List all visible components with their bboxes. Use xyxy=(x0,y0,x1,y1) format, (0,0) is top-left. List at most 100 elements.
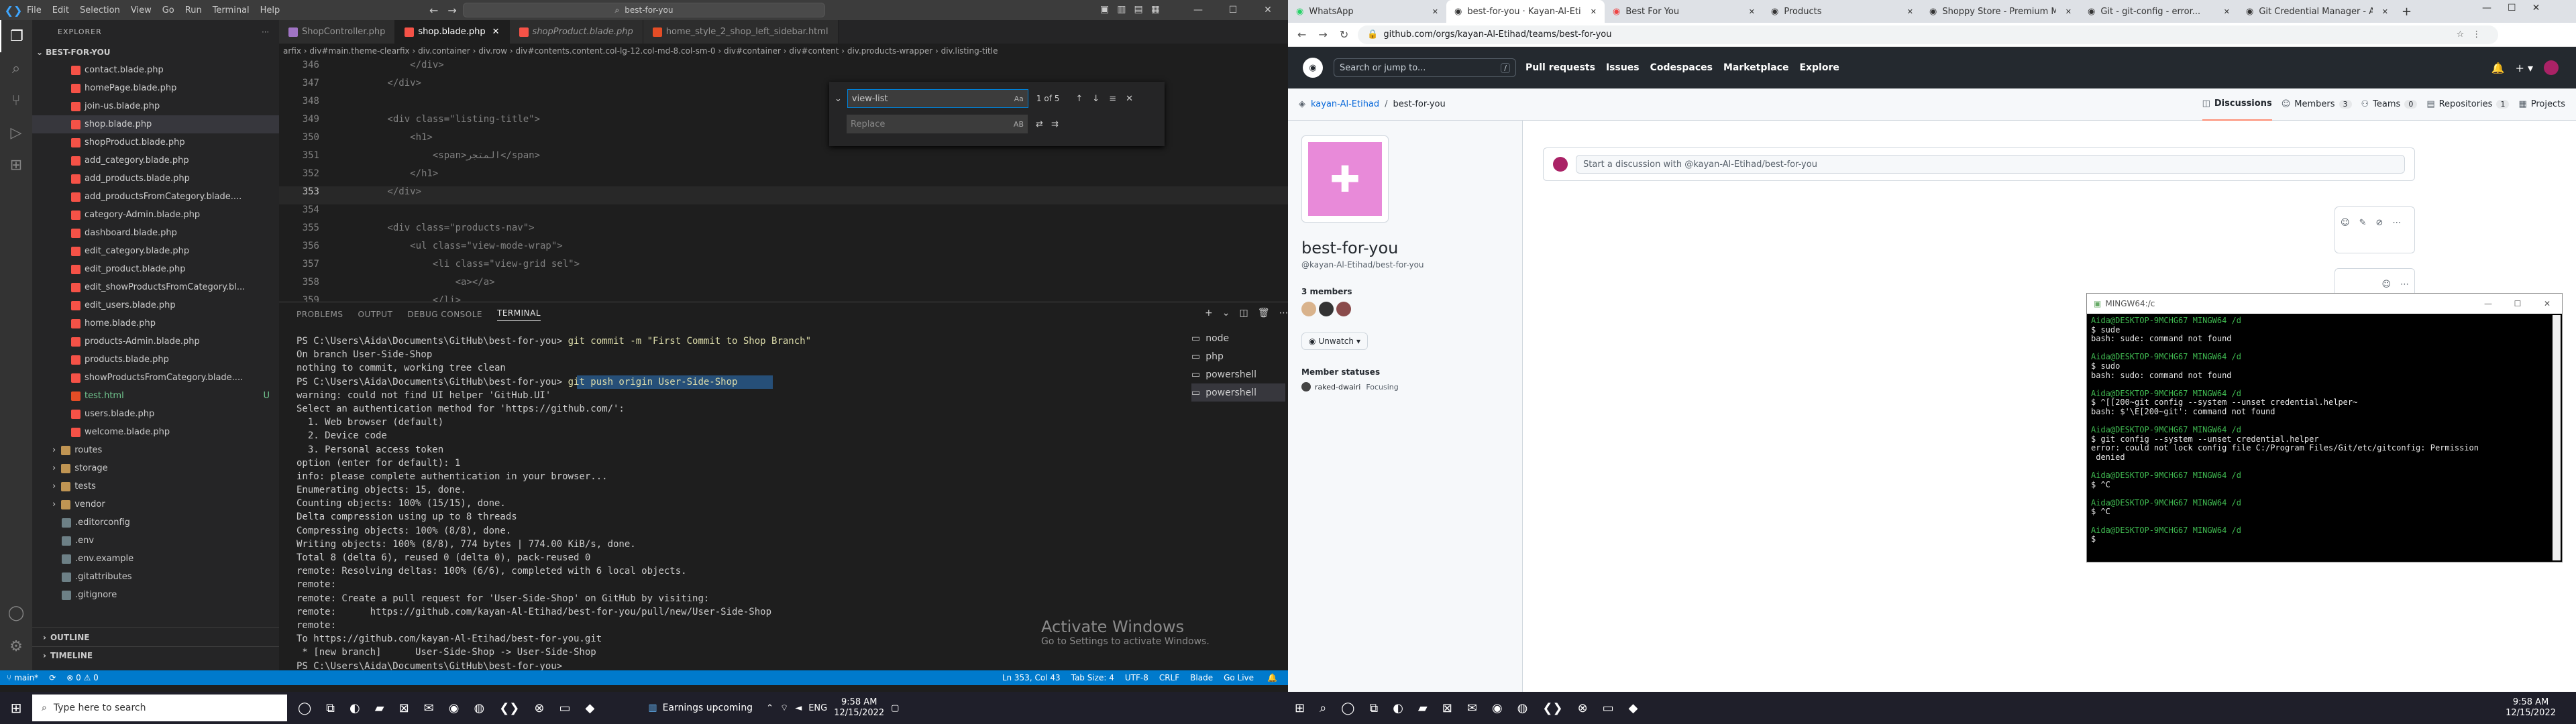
panel-tab-debug-console[interactable]: DEBUG CONSOLE xyxy=(407,310,482,319)
menu-item-view[interactable]: View xyxy=(131,5,152,15)
menu-item-run[interactable]: Run xyxy=(185,5,202,15)
back-arrow-icon[interactable]: ← xyxy=(1297,28,1306,41)
task-view-icon[interactable]: ◯ xyxy=(298,701,311,715)
forward-arrow-icon[interactable]: → xyxy=(1318,28,1327,41)
file-item[interactable]: products-Admin.blade.php xyxy=(32,333,279,351)
notification-center-icon[interactable]: ▢ xyxy=(891,703,899,713)
preserve-case-icon[interactable]: AB xyxy=(1014,120,1024,129)
status-problems[interactable]: ⊗ 0 ⚠ 0 xyxy=(66,673,99,682)
mingw-scrollbar[interactable] xyxy=(2553,315,2561,560)
terminal-taskbar-icon[interactable]: ▭ xyxy=(1603,701,1614,715)
close-find-icon[interactable]: ✕ xyxy=(1126,94,1133,104)
chrome-icon[interactable]: ◉ xyxy=(449,701,460,715)
file-explorer-icon[interactable]: ▰ xyxy=(1418,701,1428,715)
notifications-bell-icon[interactable]: 🔔 xyxy=(1267,673,1277,682)
terminal-dropdown-icon[interactable]: ⌄ xyxy=(1222,308,1230,318)
network-icon[interactable]: ⌔ xyxy=(780,703,788,713)
minimize-button[interactable]: — xyxy=(2473,299,2503,308)
terminal-taskbar-icon[interactable]: ▭ xyxy=(559,701,570,715)
file-item[interactable]: add_products.blade.php xyxy=(32,170,279,188)
github-nav-issues[interactable]: Issues xyxy=(1606,62,1640,73)
firefox-icon[interactable]: ◍ xyxy=(1517,701,1528,715)
members-count[interactable]: 3 members xyxy=(1301,287,1352,296)
menu-item-help[interactable]: Help xyxy=(260,5,280,15)
breadcrumb[interactable]: arfix › div#main.theme-clearfix › div.co… xyxy=(279,44,1288,58)
breadcrumb-org[interactable]: kayan-Al-Etihad xyxy=(1311,99,1379,109)
language-indicator[interactable]: ENG xyxy=(808,703,827,713)
replace-all-icon[interactable]: ⇉ xyxy=(1051,119,1059,129)
widgets-icon[interactable]: ⧉ xyxy=(1369,701,1378,715)
chrome-icon[interactable]: ◉ xyxy=(1492,701,1503,715)
editor-tab[interactable]: shop.blade.php ✕ xyxy=(395,20,510,44)
file-explorer-icon[interactable]: ▰ xyxy=(375,701,384,715)
file-item[interactable]: welcome.blade.php xyxy=(32,423,279,441)
browser-tab[interactable]: ◉ Best For You ✕ xyxy=(1605,0,1763,23)
emoji-icon[interactable]: ☺ xyxy=(2381,280,2391,290)
search-view-icon[interactable]: ⌕ xyxy=(0,52,32,84)
file-item[interactable]: edit_showProductsFromCategory.bl... xyxy=(32,278,279,296)
outline-section[interactable]: › OUTLINE › TIMELINE xyxy=(32,627,279,664)
file-item[interactable]: shop.blade.php xyxy=(32,115,279,133)
browser-tab[interactable]: ◉ WhatsApp ✕ xyxy=(1288,0,1446,23)
folder-item[interactable]: › vendor xyxy=(32,495,279,514)
subnav-discussions[interactable]: ◫ Discussions xyxy=(2202,88,2272,121)
editor-tab[interactable]: shopProduct.blade.php xyxy=(509,20,643,44)
folder-item[interactable]: › routes xyxy=(32,441,279,459)
new-terminal-icon[interactable]: + xyxy=(1205,308,1213,318)
unsubscribe-icon[interactable]: ⊘ xyxy=(2375,218,2383,228)
panel-tab-terminal[interactable]: TERMINAL xyxy=(497,308,541,321)
pin-icon[interactable]: ✎ xyxy=(2359,218,2367,228)
timeline-header[interactable]: › TIMELINE xyxy=(32,646,279,664)
search-icon[interactable]: ⌕ xyxy=(1320,701,1326,715)
terminal-instance[interactable]: ▭ php xyxy=(1191,347,1285,365)
replace-icon[interactable]: ⇄ xyxy=(1036,119,1043,129)
git-icon[interactable]: ◆ xyxy=(585,701,594,715)
account-icon[interactable]: ◯ xyxy=(0,597,32,629)
taskbar-search[interactable]: ⌕ Type here to search xyxy=(32,695,287,721)
file-item[interactable]: shopProduct.blade.php xyxy=(32,133,279,152)
file-item[interactable]: test.html U xyxy=(32,387,279,405)
new-tab-icon[interactable]: + xyxy=(2402,5,2412,19)
close-tab-icon[interactable]: ✕ xyxy=(1907,7,1913,16)
status-item[interactable]: CRLF xyxy=(1159,673,1179,682)
close-tab-icon[interactable]: ✕ xyxy=(1591,7,1597,16)
terminal-instance[interactable]: ▭ node xyxy=(1191,329,1285,347)
chevron-down-icon[interactable]: ⌄ xyxy=(835,94,842,104)
terminal-instance[interactable]: ▭ powershell xyxy=(1191,365,1285,383)
editor-tab[interactable]: ShopController.php xyxy=(279,20,396,44)
xampp-icon[interactable]: ⊗ xyxy=(1578,701,1588,715)
github-search-input[interactable]: Search or jump to... / xyxy=(1334,58,1516,77)
browser-tab[interactable]: ◉ Git Credential Manager - Autho... ✕ xyxy=(2238,0,2396,23)
file-item[interactable]: edit_users.blade.php xyxy=(32,296,279,314)
outline-header[interactable]: › OUTLINE xyxy=(32,628,279,646)
workspace-root[interactable]: ⌄ BEST-FOR-YOU xyxy=(32,43,279,61)
notifications-icon[interactable]: 🔔 xyxy=(2491,62,2505,74)
file-item[interactable]: showProductsFromCategory.blade.... xyxy=(32,369,279,387)
news-widget[interactable]: ▥ Earnings upcoming xyxy=(648,703,753,713)
browser-toolbar-icons[interactable]: ☆⋮ xyxy=(2457,29,2489,40)
more-icon[interactable]: ⋯ xyxy=(1279,308,1288,318)
explorer-icon[interactable]: ❐ xyxy=(0,20,32,52)
mail-icon[interactable]: ✉ xyxy=(1467,701,1477,715)
file-item[interactable]: add_category.blade.php xyxy=(32,152,279,170)
file-item[interactable]: users.blade.php xyxy=(32,405,279,423)
status-item[interactable]: Go Live xyxy=(1224,673,1254,682)
menu-item-go[interactable]: Go xyxy=(162,5,174,15)
browser-tab[interactable]: ◉ Shoppy Store - Premium Multi... ✕ xyxy=(1921,0,2080,23)
volume-icon[interactable]: ◄ xyxy=(795,703,802,713)
edge-icon[interactable]: ◐ xyxy=(1393,701,1403,715)
file-item[interactable]: join-us.blade.php xyxy=(32,97,279,115)
subnav-members[interactable]: ☺ Members 3 xyxy=(2282,88,2352,121)
vscode-taskbar-icon[interactable]: ❮❯ xyxy=(499,701,519,715)
sync-icon[interactable]: ⟳ xyxy=(49,673,56,682)
status-item[interactable]: Blade xyxy=(1190,673,1213,682)
browser-tab[interactable]: ◉ Git - git-config - error... ✕ xyxy=(2080,0,2238,23)
clock-second-monitor[interactable]: 9:58 AM 12/15/2022 xyxy=(2506,697,2556,719)
subnav-projects[interactable]: ▦ Projects xyxy=(2518,88,2565,121)
settings-gear-icon[interactable]: ⚙ xyxy=(0,630,32,662)
kebab-menu-icon[interactable]: ⋯ xyxy=(2400,280,2409,290)
github-nav-pull-requests[interactable]: Pull requests xyxy=(1525,62,1595,73)
menu-item-file[interactable]: File xyxy=(27,5,42,15)
file-item[interactable]: products.blade.php xyxy=(32,351,279,369)
file-item[interactable]: homePage.blade.php xyxy=(32,79,279,97)
